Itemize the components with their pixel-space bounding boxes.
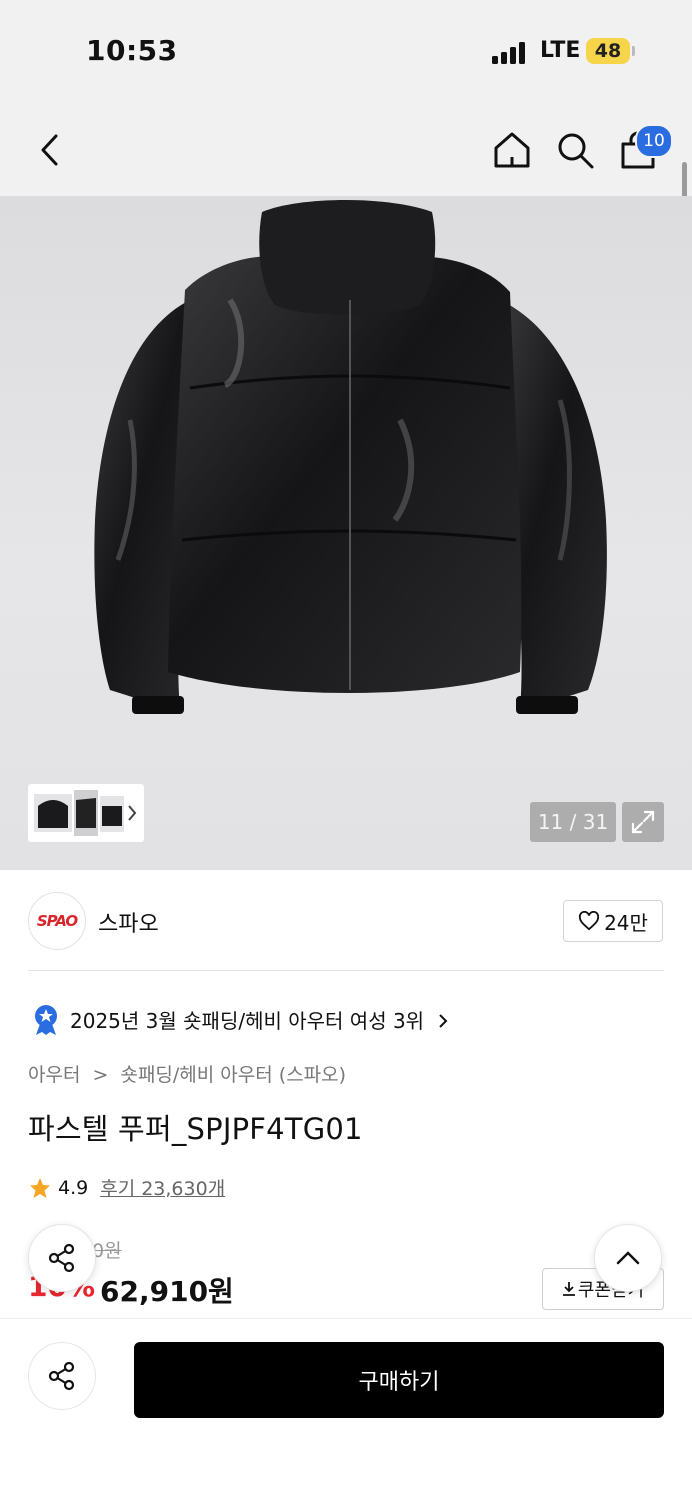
thumbnail-strip[interactable] [28, 784, 144, 842]
battery-indicator: 48 [586, 38, 630, 64]
chevron-right-icon [439, 1014, 448, 1028]
breadcrumb: 아우터 > 숏패딩/헤비 아우터 (스파오) [28, 1060, 346, 1087]
product-image[interactable] [0, 196, 692, 870]
thumbnail-images [34, 790, 137, 836]
sale-price: 62,910원 [100, 1275, 234, 1308]
original-price: 0원 [92, 1240, 122, 1262]
search-icon [558, 133, 594, 169]
breadcrumb-category[interactable]: 아우터 [28, 1064, 80, 1086]
expand-icon [631, 810, 655, 834]
scroll-top-button[interactable] [594, 1224, 662, 1292]
download-icon [562, 1282, 575, 1296]
home-icon [494, 132, 530, 168]
share-button[interactable] [28, 1342, 96, 1410]
chevron-up-icon [616, 1251, 640, 1265]
signal-icon [492, 40, 528, 64]
rating-value: 4.9 [58, 1176, 89, 1199]
breadcrumb-subcategory[interactable]: 숏패딩/헤비 아우터 (스파오) [120, 1064, 346, 1086]
star-icon [30, 1177, 50, 1198]
expand-button[interactable] [622, 802, 664, 842]
brand-name[interactable]: 스파오 [98, 906, 159, 938]
buy-button[interactable]: 구매하기 [134, 1342, 664, 1418]
chevron-left-icon [41, 134, 58, 166]
back-button[interactable] [26, 126, 74, 174]
product-name: 파스텔 푸퍼_SPJPF4TG01 [28, 1112, 363, 1146]
review-link[interactable]: 후기 23,630개 [100, 1174, 225, 1201]
status-time: 10:53 [86, 34, 178, 67]
battery-tip [632, 46, 635, 56]
search-button[interactable] [551, 126, 599, 174]
divider [28, 970, 664, 971]
share-icon [48, 1361, 75, 1391]
puffer-jacket-image [94, 200, 607, 714]
ranking-badge-icon [35, 1005, 57, 1035]
rating-row: 4.9 후기 23,630개 [28, 1174, 225, 1201]
share-icon [48, 1243, 75, 1273]
cart-count-badge: 10 [635, 124, 673, 158]
brand-logo[interactable]: SPAO [28, 892, 86, 950]
image-counter: 11 / 31 [530, 802, 616, 842]
heart-icon [579, 911, 600, 931]
network-label: LTE [540, 38, 581, 63]
breadcrumb-separator: > [92, 1064, 109, 1086]
home-button[interactable] [488, 126, 536, 174]
like-count: 24만 [604, 910, 648, 935]
chevron-right-icon [128, 805, 137, 821]
share-button-floating[interactable] [28, 1224, 96, 1292]
ranking-link[interactable]: 2025년 3월 숏패딩/헤비 아우터 여성 3위 [70, 1005, 450, 1034]
like-button[interactable]: 24만 [563, 900, 663, 942]
